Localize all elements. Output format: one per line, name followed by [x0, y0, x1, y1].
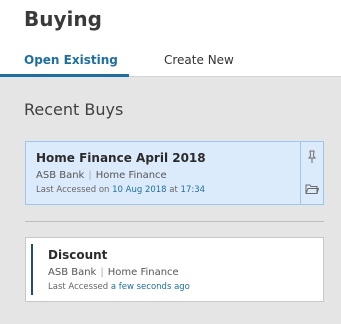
recent-buy-card[interactable]: Discount ASB Bank | Home Finance Last Acce… [25, 237, 324, 302]
last-accessed-prefix: Last Accessed on [36, 185, 110, 195]
tab-open-existing[interactable]: Open Existing [24, 53, 118, 67]
meta-separator: | [88, 170, 92, 181]
section-title: Recent Buys [24, 100, 124, 119]
meta-separator: | [100, 267, 104, 278]
last-accessed-time: 17:34 [180, 185, 206, 195]
product-name: Home Finance [95, 170, 167, 181]
buy-name: Home Finance April 2018 [36, 151, 206, 165]
last-accessed-date: 10 Aug 2018 [112, 185, 167, 195]
buy-meta: ASB Bank | Home Finance [36, 170, 167, 181]
last-accessed: Last Accessed a few seconds ago [48, 282, 190, 292]
last-accessed-relative: a few seconds ago [110, 282, 190, 292]
buy-name: Discount [48, 248, 108, 262]
tab-create-new[interactable]: Create New [164, 53, 234, 67]
bank-name: ASB Bank [36, 170, 85, 181]
card-actions [300, 142, 323, 204]
buy-meta: ASB Bank | Home Finance [48, 267, 179, 278]
pin-icon[interactable] [305, 150, 319, 164]
last-accessed: Last Accessed on 10 Aug 2018 at 17:34 [36, 185, 205, 195]
product-name: Home Finance [107, 267, 179, 278]
divider [25, 221, 324, 222]
card-accent-bar [31, 244, 33, 295]
bank-name: ASB Bank [48, 267, 97, 278]
last-accessed-at: at [169, 185, 178, 195]
last-accessed-prefix: Last Accessed [48, 282, 109, 292]
page-header: Buying [0, 0, 341, 42]
tab-bar: Open Existing Create New [0, 42, 341, 77]
recent-buy-card[interactable]: Home Finance April 2018 ASB Bank | Home Fi… [25, 141, 324, 205]
recent-buys-panel: Recent Buys Home Finance April 2018 ASB … [0, 77, 341, 324]
page-title: Buying [24, 7, 102, 31]
folder-icon[interactable] [305, 182, 319, 196]
